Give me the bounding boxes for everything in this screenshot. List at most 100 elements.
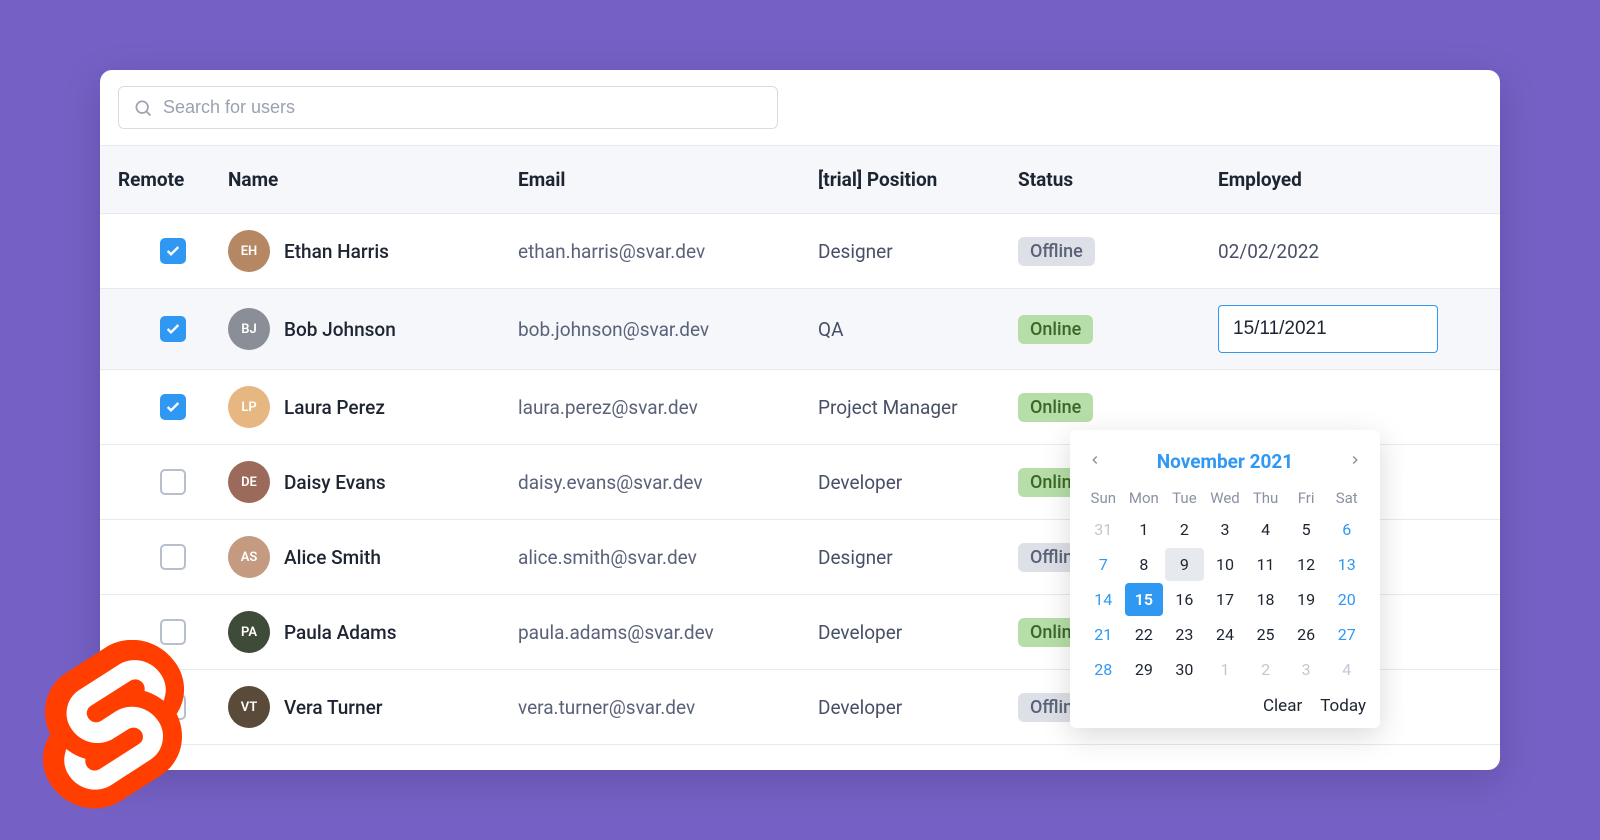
weekday-label: Sun bbox=[1084, 489, 1123, 507]
avatar: BJ bbox=[228, 308, 270, 350]
datepicker-weekdays: SunMonTueWedThuFriSat bbox=[1084, 489, 1366, 507]
employed-date-input[interactable] bbox=[1218, 305, 1438, 353]
calendar-day[interactable]: 4 bbox=[1327, 653, 1366, 686]
user-name: Paula Adams bbox=[284, 621, 397, 644]
calendar-day[interactable]: 7 bbox=[1084, 548, 1123, 581]
calendar-day[interactable]: 18 bbox=[1246, 583, 1285, 616]
datepicker-prev-icon[interactable] bbox=[1084, 448, 1106, 475]
user-position: Designer bbox=[818, 240, 1018, 263]
user-email: bob.johnson@svar.dev bbox=[518, 318, 818, 341]
calendar-day[interactable]: 24 bbox=[1206, 618, 1245, 651]
remote-checkbox[interactable] bbox=[160, 394, 186, 420]
weekday-label: Sat bbox=[1327, 489, 1366, 507]
calendar-day[interactable]: 10 bbox=[1206, 548, 1245, 581]
calendar-day[interactable]: 6 bbox=[1327, 513, 1366, 546]
calendar-day[interactable]: 27 bbox=[1327, 618, 1366, 651]
calendar-day[interactable]: 26 bbox=[1287, 618, 1326, 651]
user-email: vera.turner@svar.dev bbox=[518, 696, 818, 719]
datepicker: November 2021 SunMonTueWedThuFriSat 3112… bbox=[1070, 430, 1380, 728]
user-email: ethan.harris@svar.dev bbox=[518, 240, 818, 263]
search-input[interactable] bbox=[163, 97, 763, 118]
calendar-day[interactable]: 20 bbox=[1327, 583, 1366, 616]
user-position: Developer bbox=[818, 621, 1018, 644]
col-header-employed[interactable]: Employed bbox=[1218, 168, 1482, 191]
calendar-day[interactable]: 25 bbox=[1246, 618, 1285, 651]
user-email: daisy.evans@svar.dev bbox=[518, 471, 818, 494]
calendar-day[interactable]: 8 bbox=[1125, 548, 1164, 581]
avatar: DE bbox=[228, 461, 270, 503]
calendar-day[interactable]: 9 bbox=[1165, 548, 1204, 581]
calendar-day[interactable]: 19 bbox=[1287, 583, 1326, 616]
calendar-day[interactable]: 2 bbox=[1246, 653, 1285, 686]
user-name: Alice Smith bbox=[284, 546, 381, 569]
calendar-day[interactable]: 23 bbox=[1165, 618, 1204, 651]
avatar: EH bbox=[228, 230, 270, 272]
weekday-label: Wed bbox=[1206, 489, 1245, 507]
user-position: Designer bbox=[818, 546, 1018, 569]
datepicker-title[interactable]: November 2021 bbox=[1157, 450, 1293, 473]
calendar-day[interactable]: 17 bbox=[1206, 583, 1245, 616]
calendar-day[interactable]: 2 bbox=[1165, 513, 1204, 546]
svelte-logo-icon bbox=[40, 640, 190, 810]
calendar-day[interactable]: 29 bbox=[1125, 653, 1164, 686]
calendar-day[interactable]: 14 bbox=[1084, 583, 1123, 616]
remote-checkbox[interactable] bbox=[160, 544, 186, 570]
calendar-day[interactable]: 16 bbox=[1165, 583, 1204, 616]
user-position: QA bbox=[818, 318, 1018, 341]
user-email: alice.smith@svar.dev bbox=[518, 546, 818, 569]
user-name: Vera Turner bbox=[284, 696, 383, 719]
weekday-label: Tue bbox=[1165, 489, 1204, 507]
status-badge: Online bbox=[1018, 315, 1093, 344]
datepicker-today[interactable]: Today bbox=[1320, 696, 1366, 716]
calendar-day[interactable]: 11 bbox=[1246, 548, 1285, 581]
datepicker-footer: Clear Today bbox=[1084, 696, 1366, 716]
calendar-day[interactable]: 4 bbox=[1246, 513, 1285, 546]
datepicker-clear[interactable]: Clear bbox=[1263, 696, 1302, 716]
table-row[interactable]: BJ Bob Johnson bob.johnson@svar.devQAOnlin… bbox=[100, 289, 1500, 370]
datepicker-next-icon[interactable] bbox=[1344, 448, 1366, 475]
calendar-day[interactable]: 21 bbox=[1084, 618, 1123, 651]
calendar-day[interactable]: 22 bbox=[1125, 618, 1164, 651]
remote-checkbox[interactable] bbox=[160, 238, 186, 264]
user-position: Developer bbox=[818, 696, 1018, 719]
col-header-position[interactable]: [trial] Position bbox=[818, 168, 1018, 191]
remote-checkbox[interactable] bbox=[160, 469, 186, 495]
col-header-status[interactable]: Status bbox=[1018, 168, 1218, 191]
calendar-day[interactable]: 12 bbox=[1287, 548, 1326, 581]
status-badge: Online bbox=[1018, 393, 1093, 422]
col-header-name[interactable]: Name bbox=[228, 168, 518, 191]
user-position: Developer bbox=[818, 471, 1018, 494]
weekday-label: Thu bbox=[1246, 489, 1285, 507]
users-table-card: Remote Name Email [trial] Position Statu… bbox=[100, 70, 1500, 770]
calendar-day[interactable]: 3 bbox=[1287, 653, 1326, 686]
calendar-day[interactable]: 1 bbox=[1206, 653, 1245, 686]
search-icon bbox=[133, 98, 153, 118]
calendar-day[interactable]: 31 bbox=[1084, 513, 1123, 546]
calendar-day[interactable]: 13 bbox=[1327, 548, 1366, 581]
calendar-day[interactable]: 3 bbox=[1206, 513, 1245, 546]
user-email: laura.perez@svar.dev bbox=[518, 396, 818, 419]
col-header-email[interactable]: Email bbox=[518, 168, 818, 191]
calendar-day[interactable]: 1 bbox=[1125, 513, 1164, 546]
user-name: Ethan Harris bbox=[284, 240, 389, 263]
avatar: AS bbox=[228, 536, 270, 578]
datepicker-days: 3112345678910111213141516171819202122232… bbox=[1084, 513, 1366, 686]
user-email: paula.adams@svar.dev bbox=[518, 621, 818, 644]
calendar-day[interactable]: 5 bbox=[1287, 513, 1326, 546]
table-row[interactable]: EH Ethan Harris ethan.harris@svar.devDesig… bbox=[100, 214, 1500, 289]
remote-checkbox[interactable] bbox=[160, 316, 186, 342]
avatar: PA bbox=[228, 611, 270, 653]
weekday-label: Mon bbox=[1125, 489, 1164, 507]
user-name: Bob Johnson bbox=[284, 318, 396, 341]
search-bar bbox=[100, 70, 1500, 145]
status-badge: Offline bbox=[1018, 237, 1095, 266]
avatar: VT bbox=[228, 686, 270, 728]
col-header-remote[interactable]: Remote bbox=[118, 168, 228, 191]
search-wrap[interactable] bbox=[118, 86, 778, 129]
calendar-day[interactable]: 30 bbox=[1165, 653, 1204, 686]
calendar-day[interactable]: 28 bbox=[1084, 653, 1123, 686]
weekday-label: Fri bbox=[1287, 489, 1326, 507]
calendar-day[interactable]: 15 bbox=[1125, 583, 1164, 616]
user-position: Project Manager bbox=[818, 396, 1018, 419]
employed-date: 02/02/2022 bbox=[1218, 240, 1482, 263]
